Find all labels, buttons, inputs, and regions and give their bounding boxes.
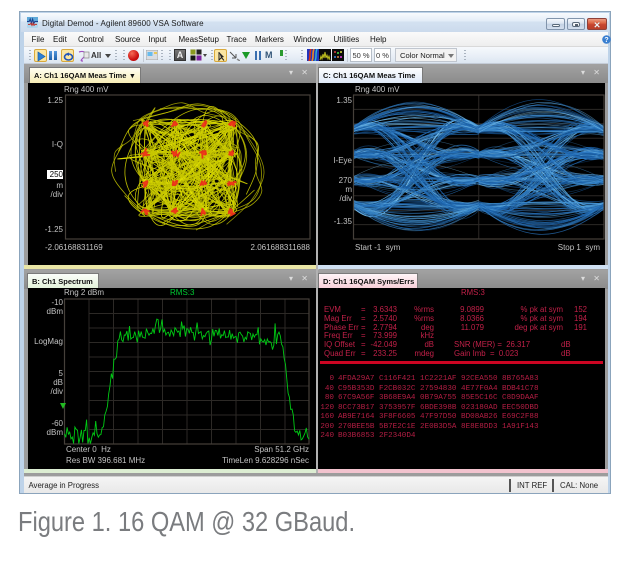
svg-text:?: ? — [604, 37, 608, 44]
